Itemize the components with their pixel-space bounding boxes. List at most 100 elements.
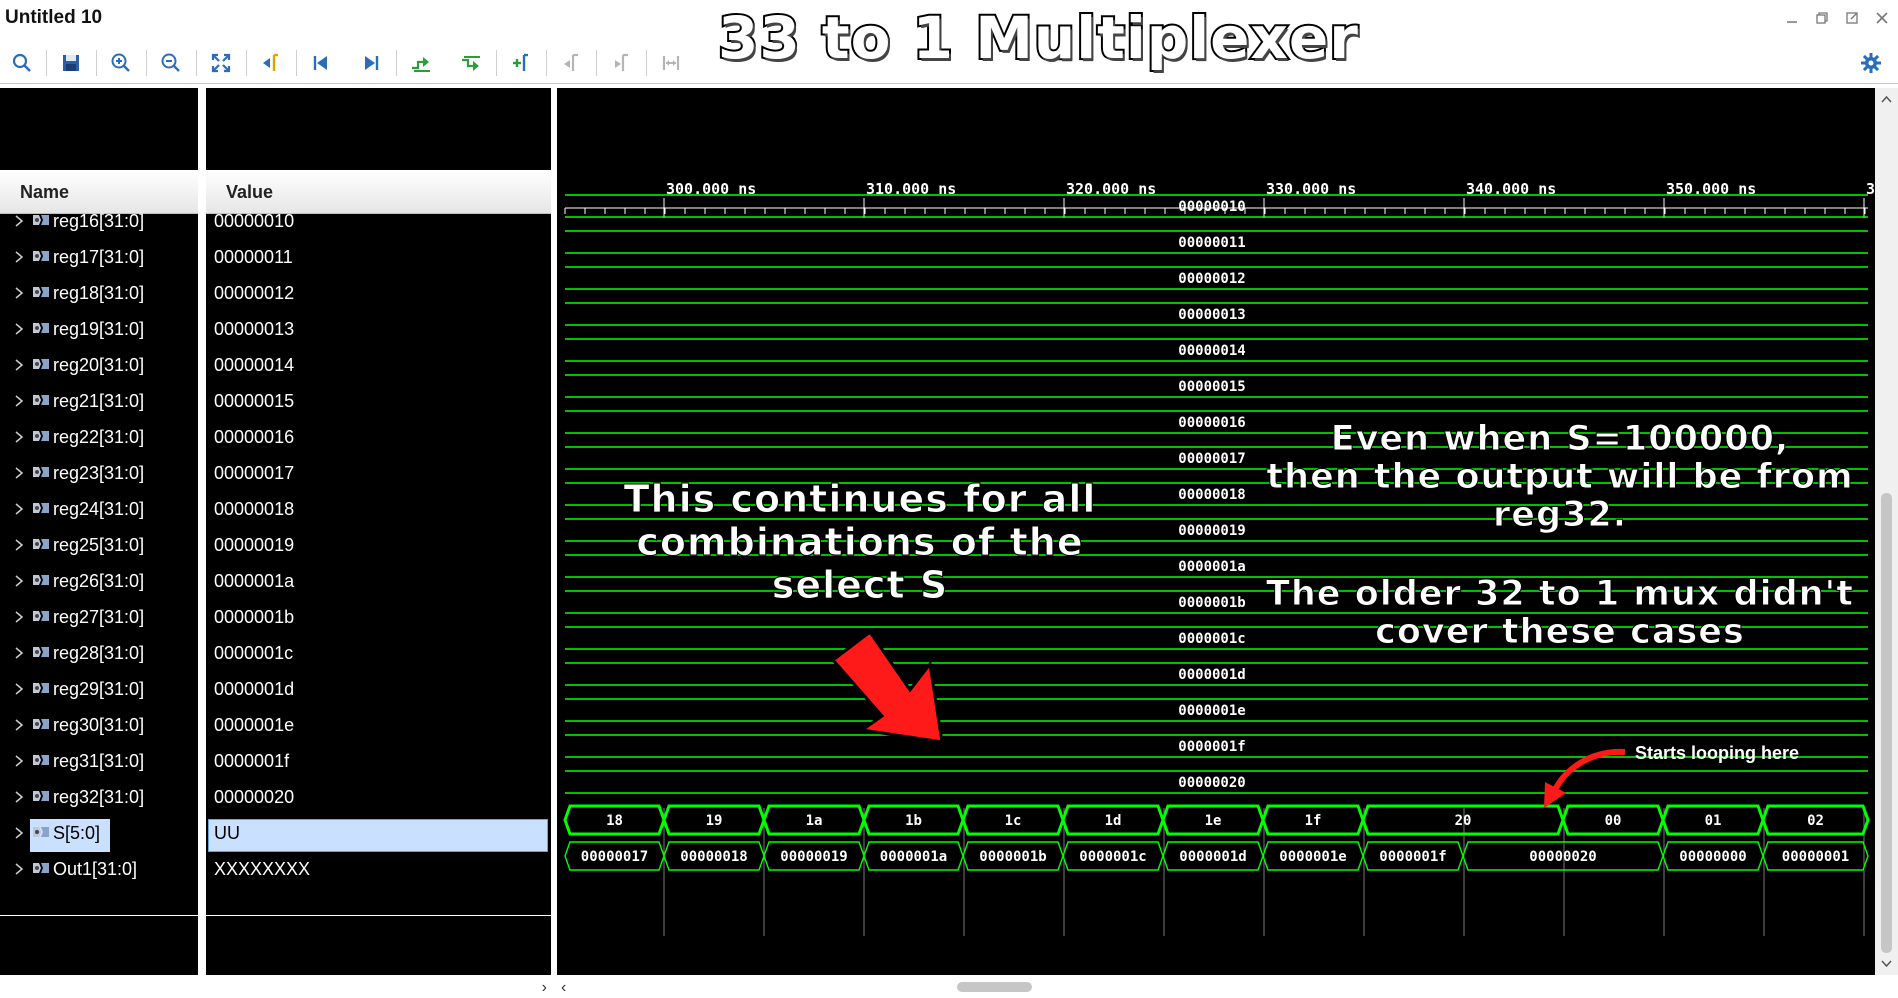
signal-row[interactable]: reg28[31:0] [0, 638, 198, 672]
name-panel-scrollbar[interactable] [0, 975, 198, 997]
signal-value-row[interactable]: 00000019 [206, 530, 551, 564]
bus-waveform[interactable]: 00000020 [565, 770, 1868, 794]
signal-value-row[interactable]: 0000001c [206, 638, 551, 672]
signal-value-row[interactable]: 00000018 [206, 494, 551, 528]
chevron-right-icon[interactable] [12, 358, 26, 372]
go-to-time-zero-icon[interactable] [306, 48, 336, 78]
chevron-right-icon[interactable] [12, 862, 26, 876]
scroll-up-icon[interactable] [1875, 90, 1898, 108]
signal-row[interactable]: reg18[31:0] [0, 278, 198, 312]
restore-icon[interactable] [1810, 6, 1834, 30]
go-to-last-time-icon[interactable] [356, 48, 386, 78]
zoom-out-icon[interactable] [156, 48, 186, 78]
swap-cursors-icon[interactable] [656, 48, 686, 78]
chevron-right-icon[interactable] [12, 214, 26, 228]
zoom-in-icon[interactable] [106, 48, 136, 78]
signal-value-row[interactable]: 0000001a [206, 566, 551, 600]
bus-waveform[interactable]: 00000012 [565, 266, 1868, 290]
signal-value-row[interactable]: 00000012 [206, 278, 551, 312]
signal-value-row[interactable]: 0000001d [206, 674, 551, 708]
signal-row[interactable]: S[5:0] [0, 818, 198, 852]
signal-row[interactable]: reg19[31:0] [0, 314, 198, 348]
chevron-right-icon[interactable] [12, 826, 26, 840]
signal-value-row[interactable]: 00000014 [206, 350, 551, 384]
chevron-right-icon[interactable] [12, 718, 26, 732]
signal-value-row[interactable]: 00000020 [206, 782, 551, 816]
signal-row[interactable]: reg29[31:0] [0, 674, 198, 708]
panel-splitter[interactable] [198, 88, 206, 975]
bus-waveform[interactable]: 00000014 [565, 338, 1868, 362]
signal-row[interactable]: reg25[31:0] [0, 530, 198, 564]
chevron-right-icon[interactable] [12, 574, 26, 588]
signal-value-row[interactable]: 00000016 [206, 422, 551, 456]
signal-row[interactable]: reg21[31:0] [0, 386, 198, 420]
bus-waveform[interactable]: 00000013 [565, 302, 1868, 326]
signal-row[interactable]: reg26[31:0] [0, 566, 198, 600]
signal-value-row[interactable]: XXXXXXXX [206, 854, 551, 888]
s-select-waveform[interactable]: 18 19 1a 1b 1c 1d 1e 1f 20 00 01 02 [563, 804, 1870, 836]
chevron-right-icon[interactable] [12, 466, 26, 480]
bus-waveform[interactable]: 0000001e [565, 698, 1868, 722]
chevron-right-icon[interactable] [12, 610, 26, 624]
chevron-right-icon[interactable] [12, 394, 26, 408]
signal-row[interactable]: reg31[31:0] [0, 746, 198, 780]
chevron-right-icon[interactable] [12, 790, 26, 804]
signal-value-row[interactable]: 00000013 [206, 314, 551, 348]
chevron-right-icon[interactable] [12, 538, 26, 552]
add-marker-icon[interactable] [506, 48, 536, 78]
signal-value-row[interactable]: UU [206, 818, 551, 852]
save-icon[interactable] [56, 48, 86, 78]
signal-row[interactable]: reg17[31:0] [0, 242, 198, 276]
value-panel-scrollbar[interactable]: › [206, 975, 551, 997]
window-controls [1780, 6, 1894, 30]
chevron-right-icon[interactable] [12, 250, 26, 264]
chevron-right-icon[interactable] [12, 430, 26, 444]
signal-row[interactable]: reg24[31:0] [0, 494, 198, 528]
chevron-right-icon[interactable] [12, 502, 26, 516]
signal-row[interactable]: Out1[31:0] [0, 854, 198, 888]
signal-row[interactable]: reg23[31:0] [0, 458, 198, 492]
signal-row[interactable]: reg30[31:0] [0, 710, 198, 744]
signal-row[interactable]: reg22[31:0] [0, 422, 198, 456]
previous-transition-icon[interactable] [406, 48, 436, 78]
scroll-down-icon[interactable] [1875, 955, 1898, 973]
zoom-fit-icon[interactable] [206, 48, 236, 78]
next-marker-icon[interactable] [606, 48, 636, 78]
signal-value-row[interactable]: 0000001f [206, 746, 551, 780]
signal-row[interactable]: reg16[31:0] [0, 206, 198, 240]
out1-waveform[interactable]: 00000017 00000018 00000019 0000001a 0000001b… [564, 841, 1869, 871]
signal-value-row[interactable]: 0000001b [206, 602, 551, 636]
search-icon[interactable] [7, 48, 37, 78]
chevron-right-icon[interactable] [12, 646, 26, 660]
chevron-right-icon[interactable] [12, 754, 26, 768]
bus-waveform[interactable]: 00000011 [565, 230, 1868, 254]
waveform-hscrollbar[interactable]: ‹ [557, 975, 1875, 998]
signal-value-row[interactable]: 00000015 [206, 386, 551, 420]
minimize-icon[interactable] [1780, 6, 1804, 30]
bus-waveform[interactable]: 00000015 [565, 374, 1868, 398]
undock-icon[interactable] [1840, 6, 1864, 30]
gear-icon[interactable] [1856, 48, 1886, 78]
previous-marker-icon[interactable] [556, 48, 586, 78]
signal-row[interactable]: reg27[31:0] [0, 602, 198, 636]
chevron-right-icon[interactable] [12, 322, 26, 336]
waveform-vscrollbar[interactable] [1875, 88, 1898, 975]
next-transition-icon[interactable] [456, 48, 486, 78]
bus-value-label: 00000016 [1178, 415, 1245, 431]
signal-row[interactable]: reg32[31:0] [0, 782, 198, 816]
signal-value-row[interactable]: 0000001e [206, 710, 551, 744]
scroll-left-icon[interactable]: ‹ [561, 979, 566, 997]
vscroll-thumb[interactable] [1881, 493, 1892, 953]
go-to-cursor-icon[interactable] [256, 48, 286, 78]
signal-value-row[interactable]: 00000010 [206, 206, 551, 240]
scroll-right-icon[interactable]: › [542, 979, 547, 997]
chevron-right-icon[interactable] [12, 286, 26, 300]
close-icon[interactable] [1870, 6, 1894, 30]
signal-row[interactable]: reg20[31:0] [0, 350, 198, 384]
bus-waveform[interactable]: 00000010 [565, 194, 1868, 218]
hscroll-thumb[interactable] [957, 982, 1032, 992]
signal-value-row[interactable]: 00000017 [206, 458, 551, 492]
chevron-right-icon[interactable] [12, 682, 26, 696]
signal-value-row[interactable]: 00000011 [206, 242, 551, 276]
bus-waveform[interactable]: 0000001d [565, 662, 1868, 686]
